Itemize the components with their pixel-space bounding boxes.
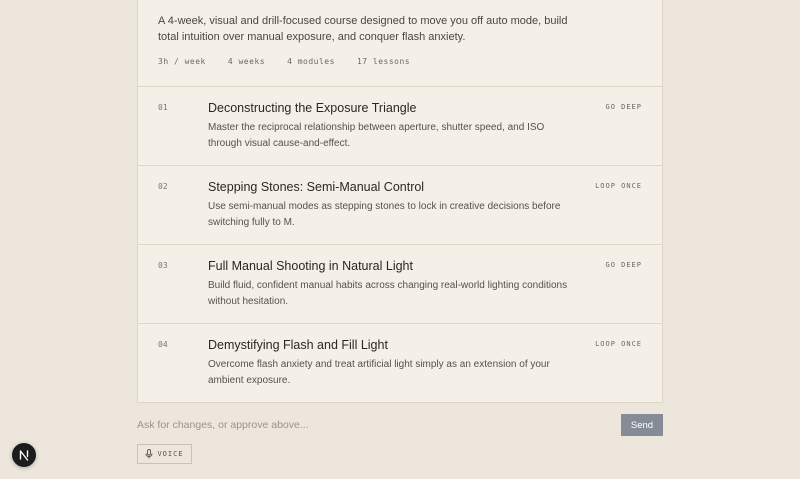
module-number: 02 bbox=[158, 182, 168, 191]
module-description: Build fluid, confident manual habits acr… bbox=[208, 280, 568, 307]
module-title: Stepping Stones: Semi-Manual Control bbox=[208, 180, 425, 194]
module-description: Overcome flash anxiety and treat artific… bbox=[208, 359, 550, 386]
course-plan-card: A 4-week, visual and drill-focused cours… bbox=[137, 0, 663, 403]
module-title: Deconstructing the Exposure Triangle bbox=[208, 101, 417, 115]
module-tag: GO DEEP bbox=[605, 103, 642, 111]
module-row: 01 Deconstructing the Exposure Triangle … bbox=[138, 87, 662, 166]
meta-weeks: 4 weeks bbox=[227, 57, 266, 66]
module-tag: GO DEEP bbox=[605, 261, 642, 269]
prompt-input[interactable] bbox=[137, 414, 607, 436]
meta-lessons: 17 lessons bbox=[356, 57, 411, 66]
next-logo-icon[interactable] bbox=[12, 443, 36, 467]
module-description: Master the reciprocal relationship betwe… bbox=[208, 122, 545, 149]
module-tag: LOOP ONCE bbox=[595, 182, 642, 190]
prompt-bar: Send bbox=[137, 414, 663, 436]
course-description: A 4-week, visual and drill-focused cours… bbox=[158, 15, 568, 43]
meta-hours: 3h / week bbox=[158, 57, 206, 66]
module-number: 03 bbox=[158, 261, 168, 270]
module-row: 02 Stepping Stones: Semi-Manual Control … bbox=[138, 166, 662, 245]
voice-label: VOICE bbox=[157, 450, 184, 458]
module-title: Demystifying Flash and Fill Light bbox=[208, 338, 388, 352]
course-intro: A 4-week, visual and drill-focused cours… bbox=[138, 0, 662, 87]
module-title: Full Manual Shooting in Natural Light bbox=[208, 259, 413, 273]
course-meta: 3h / week 4 weeks 4 modules 17 lessons bbox=[158, 57, 642, 66]
next-logo-glyph bbox=[19, 450, 29, 461]
module-row: 04 Demystifying Flash and Fill Light Ove… bbox=[138, 324, 662, 402]
voice-button[interactable]: VOICE bbox=[137, 444, 192, 464]
send-button[interactable]: Send bbox=[621, 414, 663, 436]
module-row: 03 Full Manual Shooting in Natural Light… bbox=[138, 245, 662, 324]
module-number: 04 bbox=[158, 340, 168, 349]
module-tag: LOOP ONCE bbox=[595, 340, 642, 348]
module-number: 01 bbox=[158, 103, 168, 112]
module-description: Use semi-manual modes as stepping stones… bbox=[208, 201, 561, 228]
meta-modules: 4 modules bbox=[287, 57, 335, 66]
microphone-icon bbox=[146, 449, 153, 459]
